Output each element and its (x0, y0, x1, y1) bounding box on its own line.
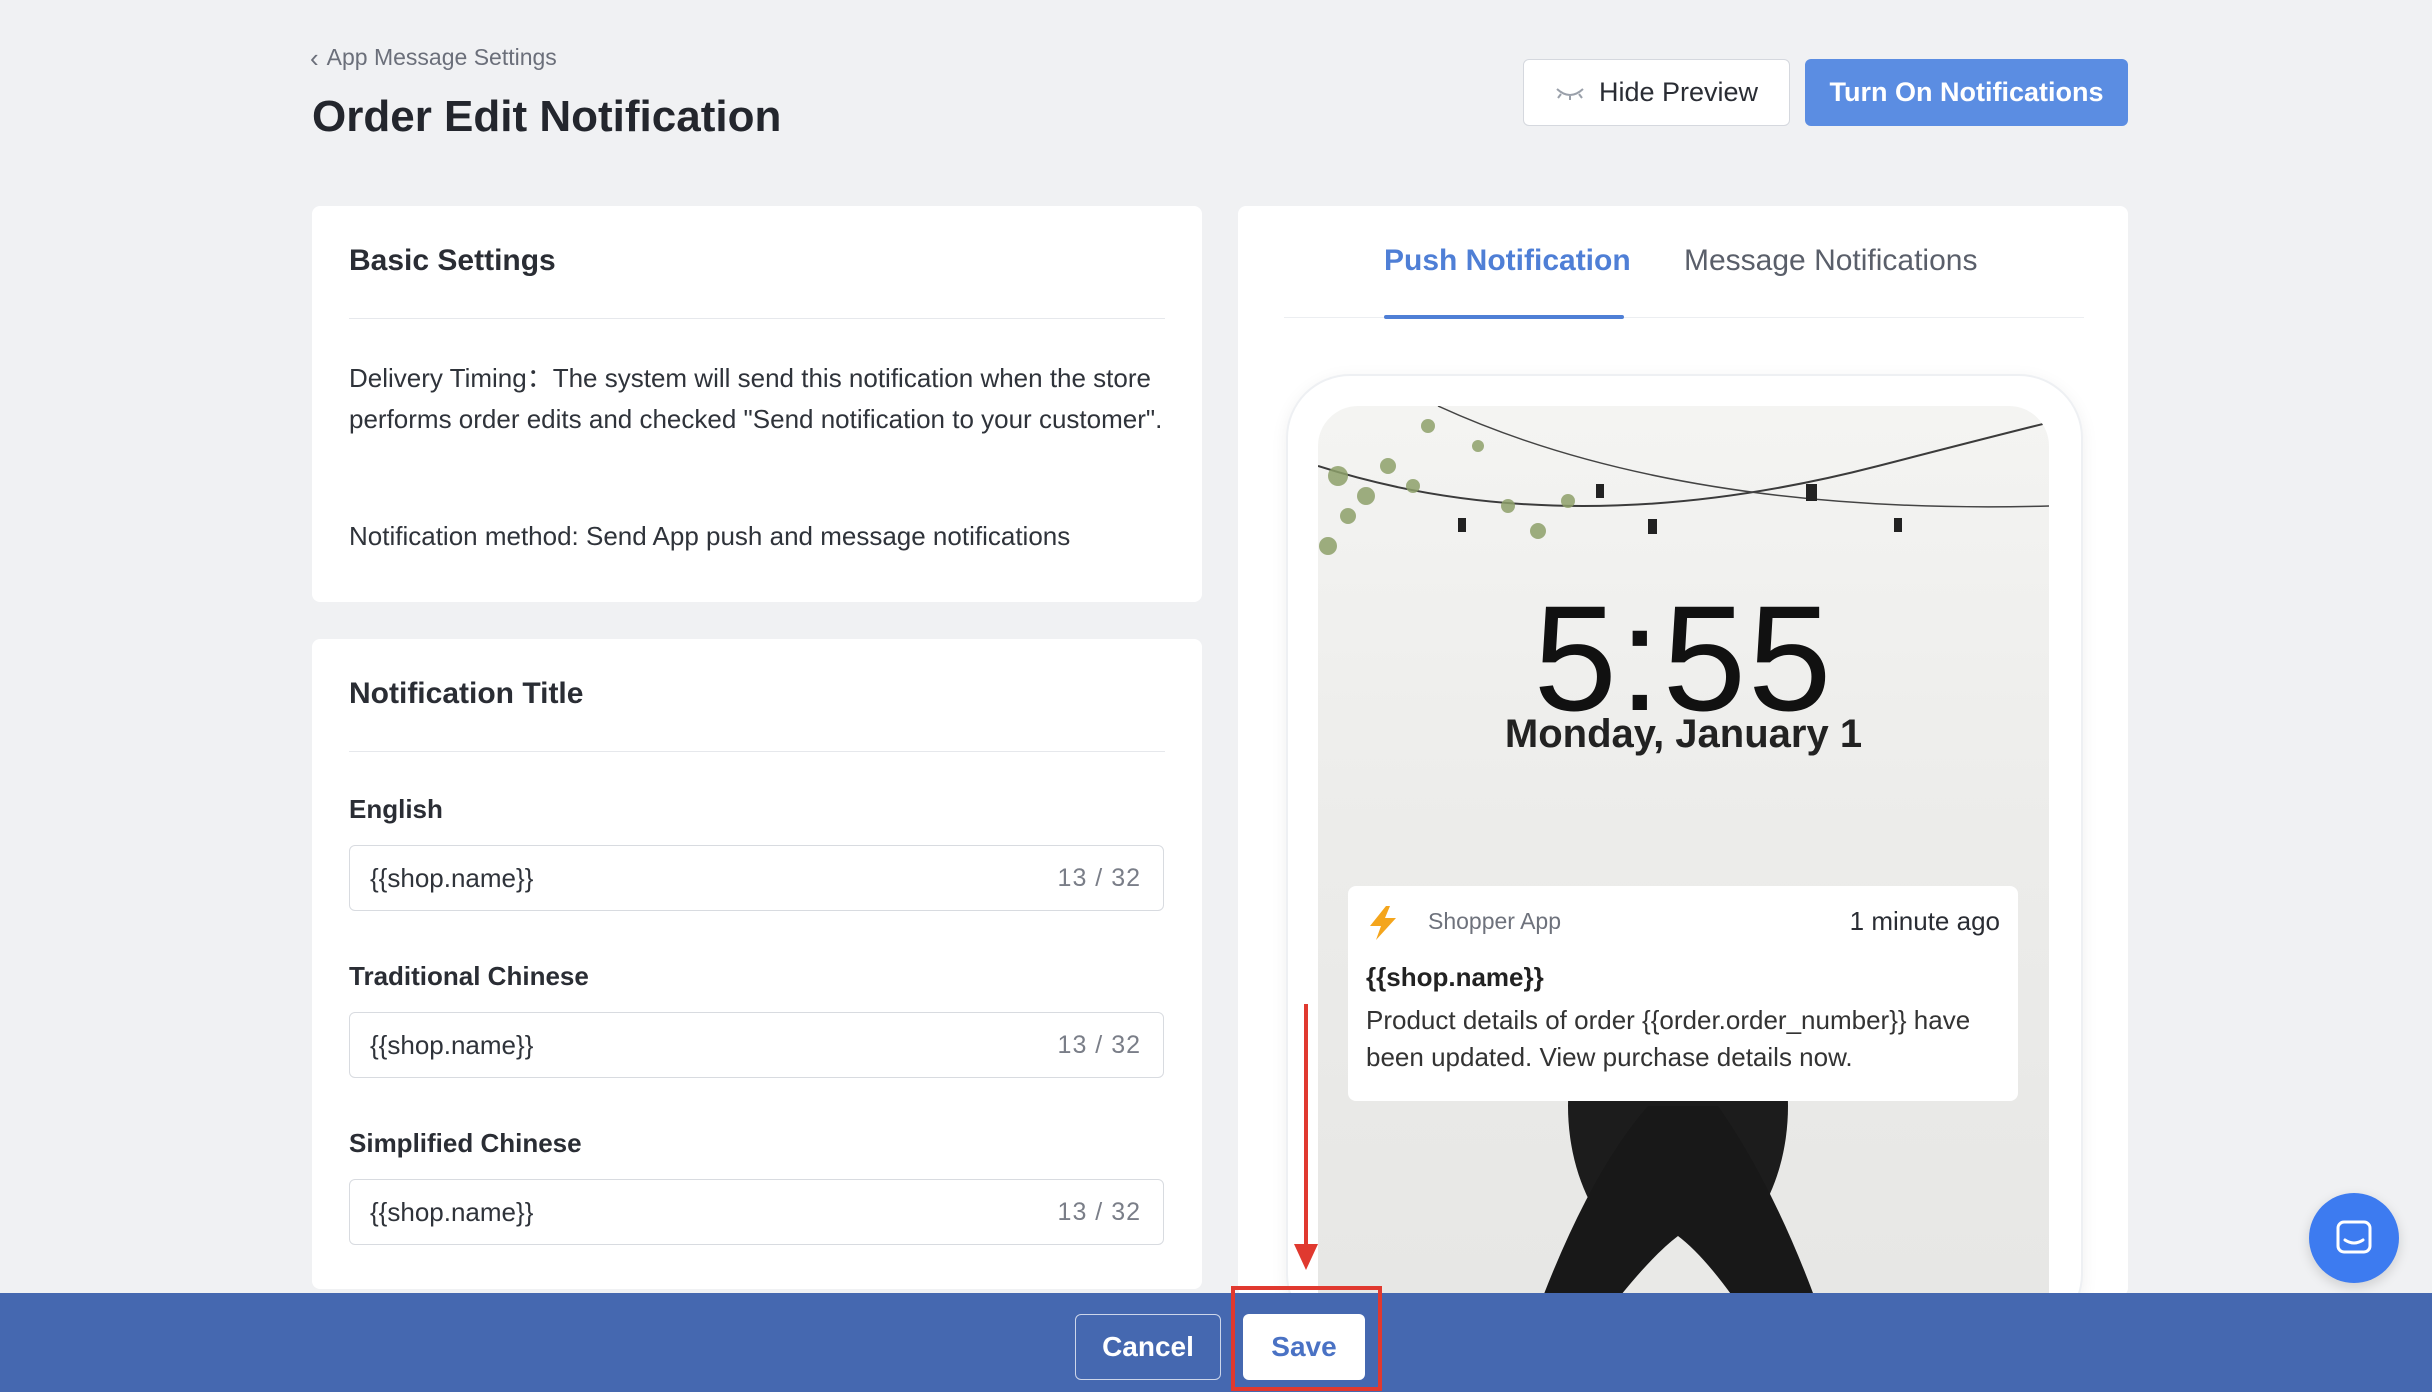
character-count: 13 / 32 (1057, 1030, 1141, 1059)
footer-action-bar: Cancel Save (0, 1293, 2432, 1392)
notification-title-heading: Notification Title (349, 677, 584, 710)
chat-icon (2336, 1220, 2372, 1254)
page-title: Order Edit Notification (312, 92, 782, 141)
page: ‹ App Message Settings Order Edit Notifi… (0, 0, 2432, 1392)
eye-closed-icon (1556, 87, 1584, 100)
notification-method-text: Notification method: Send App push and m… (349, 521, 1071, 551)
delivery-timing-text: Delivery Timing：The system will send thi… (349, 363, 1163, 434)
character-count: 13 / 32 (1057, 1197, 1141, 1226)
character-count: 13 / 32 (1057, 863, 1141, 892)
traditional-chinese-title-input[interactable]: {{shop.name}} 13 / 32 (349, 1012, 1164, 1078)
turn-on-notifications-button[interactable]: Turn On Notifications (1805, 59, 2128, 126)
traditional-chinese-title-value: {{shop.name}} (370, 1029, 534, 1060)
annotation-arrow-head (1294, 1244, 1318, 1270)
divider (349, 751, 1165, 752)
notification-title-card: Notification Title English {{shop.name}}… (312, 639, 1202, 1289)
english-label: English (349, 794, 443, 824)
notification-title: {{shop.name}} (1366, 962, 1544, 992)
lightning-bolt-icon (1370, 906, 1396, 940)
cancel-button[interactable]: Cancel (1075, 1314, 1221, 1380)
simplified-chinese-title-value: {{shop.name}} (370, 1196, 534, 1227)
chat-support-button[interactable] (2309, 1193, 2399, 1283)
preview-card: Push Notification Message Notifications (1238, 206, 2128, 1296)
lock-screen: 5:55 Monday, January 1 Shopper App 1 min… (1318, 406, 2049, 1296)
english-title-input[interactable]: {{shop.name}} 13 / 32 (349, 845, 1164, 911)
divider (349, 318, 1165, 319)
save-button[interactable]: Save (1243, 1314, 1365, 1380)
breadcrumb[interactable]: ‹ App Message Settings (310, 44, 557, 71)
chevron-left-icon: ‹ (310, 42, 319, 73)
push-notification-preview: Shopper App 1 minute ago {{shop.name}} P… (1348, 886, 2018, 1101)
tab-push-notification[interactable]: Push Notification (1384, 244, 1631, 278)
lock-screen-date: Monday, January 1 (1504, 712, 1863, 756)
active-tab-indicator (1384, 315, 1624, 319)
notification-time: 1 minute ago (1849, 906, 2000, 936)
hide-preview-button[interactable]: Hide Preview (1523, 59, 1790, 126)
wallpaper-decoration (1318, 406, 2049, 1296)
basic-settings-card: Basic Settings Delivery Timing：The syste… (312, 206, 1202, 602)
simplified-chinese-title-input[interactable]: {{shop.name}} 13 / 32 (349, 1179, 1164, 1245)
tab-message-notifications[interactable]: Message Notifications (1684, 244, 1977, 278)
notification-app-name: Shopper App (1428, 908, 1562, 934)
phone-mockup: 5:55 Monday, January 1 Shopper App 1 min… (1288, 376, 2081, 1296)
basic-settings-title: Basic Settings (349, 244, 556, 277)
simplified-chinese-label: Simplified Chinese (349, 1128, 582, 1158)
notification-body: Product details of order {{order.order_n… (1366, 1005, 1971, 1072)
hide-preview-label: Hide Preview (1598, 77, 1759, 107)
breadcrumb-label: App Message Settings (326, 44, 557, 70)
annotation-arrow (1304, 1004, 1308, 1254)
english-title-value: {{shop.name}} (370, 862, 534, 893)
traditional-chinese-label: Traditional Chinese (349, 961, 589, 991)
